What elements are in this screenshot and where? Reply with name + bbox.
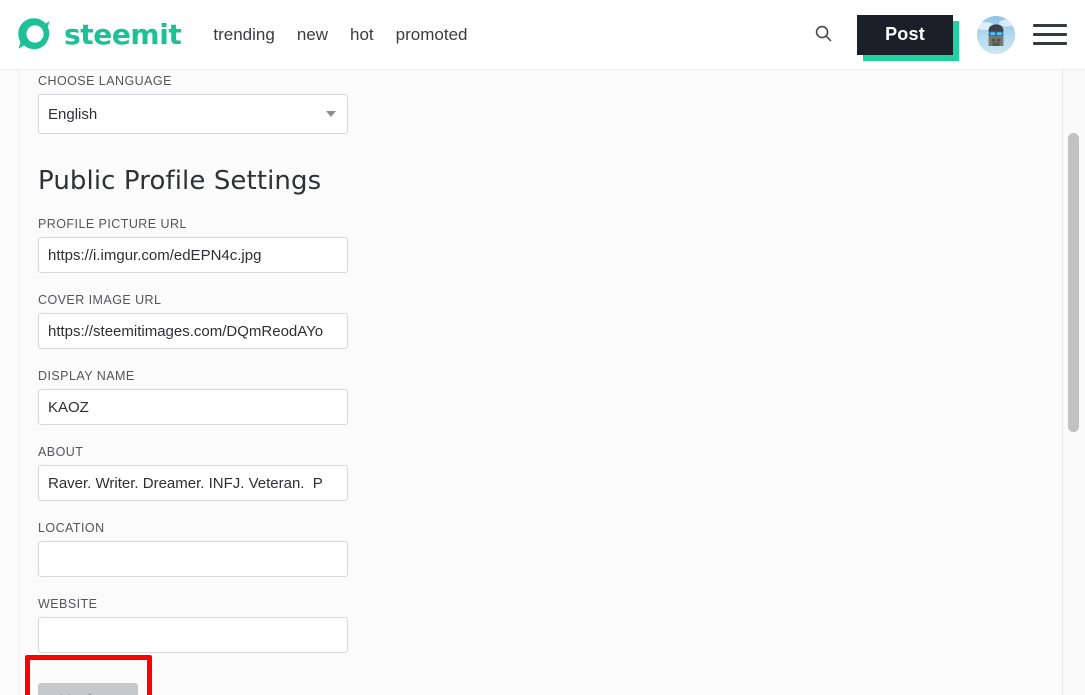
settings-form: CHOOSE LANGUAGE English Public Profile S… xyxy=(38,70,348,695)
primary-nav: trending new hot promoted xyxy=(213,26,467,43)
header-actions: Post xyxy=(803,0,1085,70)
hamburger-bar xyxy=(1033,24,1067,27)
search-icon xyxy=(814,24,833,46)
hamburger-bar xyxy=(1033,33,1067,36)
post-button[interactable]: Post xyxy=(857,14,953,55)
label-location: LOCATION xyxy=(38,521,105,535)
language-select[interactable]: English xyxy=(38,94,348,134)
settings-scroll-region: CHOOSE LANGUAGE English Public Profile S… xyxy=(0,70,1063,695)
label-choose-language: CHOOSE LANGUAGE xyxy=(38,74,172,88)
hamburger-menu-icon[interactable] xyxy=(1033,18,1067,52)
profile-picture-url-input[interactable] xyxy=(38,237,348,273)
website-input[interactable] xyxy=(38,617,348,653)
location-input[interactable] xyxy=(38,541,348,577)
page-title: Public Profile Settings xyxy=(38,166,322,196)
label-about: ABOUT xyxy=(38,445,84,459)
cover-image-url-input[interactable] xyxy=(38,313,348,349)
nav-link-new[interactable]: new xyxy=(297,26,328,43)
label-cover-image-url: COVER IMAGE URL xyxy=(38,293,162,307)
nav-link-trending[interactable]: trending xyxy=(213,26,274,43)
language-select-value: English xyxy=(48,105,98,123)
label-profile-picture-url: PROFILE PICTURE URL xyxy=(38,217,187,231)
site-header: steemit trending new hot promoted Post xyxy=(0,0,1085,70)
steemit-settings-page: steemit trending new hot promoted Post C… xyxy=(0,0,1085,695)
vertical-scrollbar-track[interactable] xyxy=(1063,70,1085,695)
display-name-input[interactable] xyxy=(38,389,348,425)
nav-link-promoted[interactable]: promoted xyxy=(396,26,468,43)
nav-link-hot[interactable]: hot xyxy=(350,26,374,43)
language-select-wrapper: English xyxy=(38,94,348,134)
post-button-wrapper: Post xyxy=(857,14,959,61)
label-website: WEBSITE xyxy=(38,597,98,611)
hamburger-bar xyxy=(1033,42,1067,45)
brand-home-link[interactable]: steemit xyxy=(14,15,182,55)
label-display-name: DISPLAY NAME xyxy=(38,369,135,383)
update-button[interactable]: Update xyxy=(38,683,138,695)
about-input[interactable] xyxy=(38,465,348,501)
brand-name: steemit xyxy=(64,18,182,51)
user-avatar[interactable] xyxy=(977,15,1015,54)
content-left-divider xyxy=(18,70,19,695)
search-button[interactable] xyxy=(803,15,843,55)
steemit-logo-icon xyxy=(14,15,54,55)
vertical-scrollbar-thumb[interactable] xyxy=(1068,133,1079,432)
